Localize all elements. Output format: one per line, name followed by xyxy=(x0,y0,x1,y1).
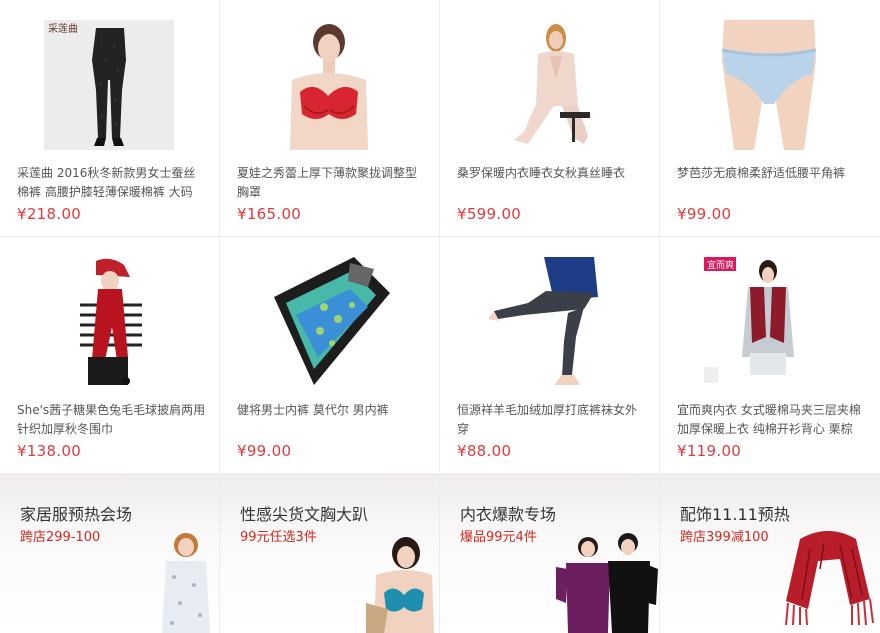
promo-title[interactable]: 性感尖货文胸大趴 xyxy=(240,501,368,525)
product-price: ¥88.00 xyxy=(457,442,512,460)
product-title[interactable]: 梦芭莎无痕棉柔舒适低腰平角裤 xyxy=(677,164,867,202)
promo-card[interactable]: 内衣爆款专场 爆品99元4件 xyxy=(440,474,660,633)
thermal-couple-image[interactable] xyxy=(552,533,658,633)
promo-subtitle: 爆品99元4件 xyxy=(460,530,537,545)
blue-briefs-image[interactable] xyxy=(704,20,834,150)
silk-pajamas-image[interactable] xyxy=(484,20,614,150)
brand-tag: 宜而爽 xyxy=(707,259,734,271)
product-grid: 采莲曲 采莲曲 2016秋冬新款男女士蚕丝棉裤 高腰护膝轻薄保暖棉裤 大码 ¥2… xyxy=(0,0,880,474)
product-card[interactable]: 恒源祥羊毛加绒加厚打底裤袜女外穿 ¥88.00 xyxy=(440,237,660,474)
product-price: ¥218.00 xyxy=(17,205,82,223)
product-card[interactable]: 宜而爽 宜而爽内衣 女式暖棉马夹三层夹棉加厚保暖上衣 纯棉开衫背心 栗棕 ¥11… xyxy=(660,237,880,474)
promo-subtitle: 99元任选3件 xyxy=(240,530,317,545)
promo-subtitle: 跨店399减100 xyxy=(680,530,769,545)
vest-image[interactable]: 宜而爽 xyxy=(704,257,834,387)
promo-title[interactable]: 配饰11.11预热 xyxy=(680,501,790,525)
product-title[interactable]: 宜而爽内衣 女式暖棉马夹三层夹棉加厚保暖上衣 纯棉开衫背心 栗棕 xyxy=(677,401,867,439)
product-title[interactable]: 恒源祥羊毛加绒加厚打底裤袜女外穿 xyxy=(457,401,647,439)
product-card[interactable]: She's茜子糖果色兔毛毛球披肩两用针织加厚秋冬围巾 ¥138.00 xyxy=(0,237,220,474)
red-bra-image[interactable] xyxy=(264,20,394,150)
promo-card[interactable]: 配饰11.11预热 跨店399减100 xyxy=(660,474,880,633)
promo-title[interactable]: 家居服预热会场 xyxy=(20,501,132,525)
product-title[interactable]: She's茜子糖果色兔毛毛球披肩两用针织加厚秋冬围巾 xyxy=(17,401,207,439)
product-card[interactable]: 桑罗保暖内衣睡衣女秋真丝睡衣 ¥599.00 xyxy=(440,0,660,237)
tights-image[interactable] xyxy=(484,257,614,387)
product-card[interactable]: 夏娃之秀蕾上厚下薄款聚拢调整型胸罩 ¥165.00 xyxy=(220,0,440,237)
promo-banner-row: 家居服预热会场 跨店299-100 性感尖货文胸大趴 99元任选3件 内衣爆款专… xyxy=(0,474,880,633)
promo-title[interactable]: 内衣爆款专场 xyxy=(460,501,556,525)
product-price: ¥138.00 xyxy=(17,442,82,460)
promo-card[interactable]: 家居服预热会场 跨店299-100 xyxy=(0,474,220,633)
product-card[interactable]: 健将男士内裤 莫代尔 男内裤 ¥99.00 xyxy=(220,237,440,474)
red-scarf-image[interactable] xyxy=(44,257,174,387)
product-price: ¥99.00 xyxy=(677,205,732,223)
product-price: ¥99.00 xyxy=(237,442,292,460)
leggings-image[interactable]: 采莲曲 xyxy=(44,20,174,150)
red-scarf-image[interactable] xyxy=(780,529,876,627)
product-title[interactable]: 桑罗保暖内衣睡衣女秋真丝睡衣 xyxy=(457,164,647,202)
loungewear-image[interactable] xyxy=(160,533,212,633)
brand-tag: 采莲曲 xyxy=(48,23,78,35)
product-price: ¥165.00 xyxy=(237,205,302,223)
boxer-box-image[interactable] xyxy=(264,257,394,387)
promo-card[interactable]: 性感尖货文胸大趴 99元任选3件 xyxy=(220,474,440,633)
product-price: ¥119.00 xyxy=(677,442,742,460)
product-price: ¥599.00 xyxy=(457,205,522,223)
product-title[interactable]: 夏娃之秀蕾上厚下薄款聚拢调整型胸罩 xyxy=(237,164,427,202)
product-title[interactable]: 采莲曲 2016秋冬新款男女士蚕丝棉裤 高腰护膝轻薄保暖棉裤 大码 xyxy=(17,164,207,202)
product-card[interactable]: 梦芭莎无痕棉柔舒适低腰平角裤 ¥99.00 xyxy=(660,0,880,237)
product-card[interactable]: 采莲曲 采莲曲 2016秋冬新款男女士蚕丝棉裤 高腰护膝轻薄保暖棉裤 大码 ¥2… xyxy=(0,0,220,237)
product-title[interactable]: 健将男士内裤 莫代尔 男内裤 xyxy=(237,401,427,439)
promo-subtitle: 跨店299-100 xyxy=(20,530,101,545)
bra-model-image[interactable] xyxy=(366,533,436,633)
